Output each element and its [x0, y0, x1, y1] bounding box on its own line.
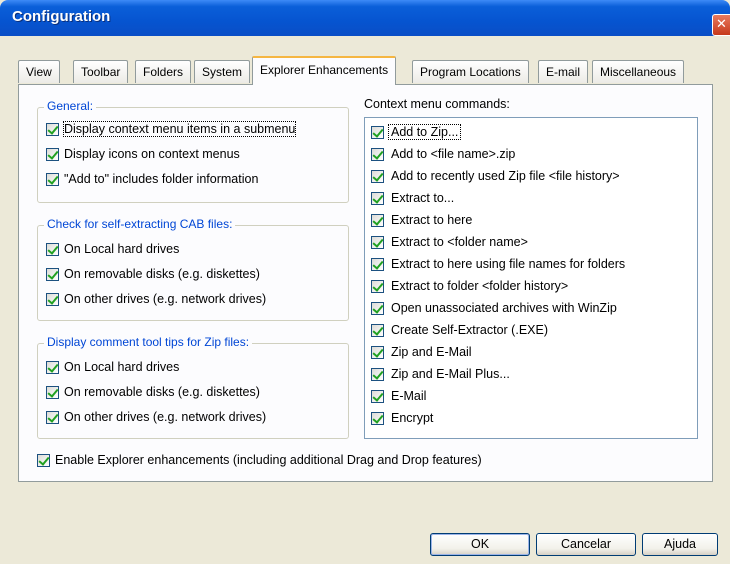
list-item[interactable]: Extract to folder <folder history> — [371, 276, 570, 296]
close-button[interactable]: ✕ — [712, 14, 730, 36]
cab-group-title: Check for self-extracting CAB files: — [44, 217, 236, 231]
tooltips-removable-checkbox-label: On removable disks (e.g. diskettes) — [64, 385, 260, 399]
list-item[interactable]: Create Self-Extractor (.EXE) — [371, 320, 550, 340]
list-item[interactable]: Extract to here — [371, 210, 474, 230]
list-item-checkbox[interactable] — [371, 301, 384, 315]
title-bar[interactable]: Configuration ✕ — [0, 0, 730, 36]
context-menu-label: Context menu commands: — [364, 97, 510, 111]
general-group-title: General: — [44, 99, 97, 113]
tooltips-other-checkbox[interactable] — [46, 410, 59, 424]
configuration-dialog: Configuration ✕ View Toolbar Folders Sys… — [0, 0, 730, 564]
list-item-label: E-Mail — [391, 389, 427, 403]
cab-other-checkbox[interactable] — [46, 292, 59, 306]
list-item-checkbox[interactable] — [371, 147, 384, 161]
list-item-label: Add to recently used Zip file <file hist… — [391, 169, 620, 183]
tooltips-other-checkbox-label: On other drives (e.g. network drives) — [64, 410, 267, 424]
cab-removable-checkbox[interactable] — [46, 267, 59, 281]
tab-view[interactable]: View — [18, 60, 60, 83]
list-item-checkbox[interactable] — [371, 367, 384, 381]
list-item-checkbox[interactable] — [371, 389, 384, 403]
list-item-label: Extract to here using file names for fol… — [391, 257, 626, 271]
enable-enhancements-checkbox[interactable] — [37, 453, 50, 467]
tab-folders[interactable]: Folders — [135, 60, 192, 83]
cab-removable-checkbox-row[interactable]: On removable disks (e.g. diskettes) — [46, 267, 260, 281]
cab-local-checkbox[interactable] — [46, 242, 59, 256]
list-item-label: Create Self-Extractor (.EXE) — [391, 323, 548, 337]
context-menu-listbox[interactable]: Add to Zip... Add to <file name>.zip Add… — [364, 117, 698, 439]
submenu-checkbox-row[interactable]: Display context menu items in a submenu — [46, 121, 297, 137]
list-item[interactable]: Extract to here using file names for fol… — [371, 254, 627, 274]
submenu-checkbox[interactable] — [46, 122, 59, 136]
list-item[interactable]: Zip and E-Mail Plus... — [371, 364, 512, 384]
folder-info-checkbox[interactable] — [46, 172, 59, 186]
tab-program-locations[interactable]: Program Locations — [412, 60, 529, 83]
cancel-button[interactable]: Cancelar — [536, 533, 636, 556]
folder-info-checkbox-row[interactable]: "Add to" includes folder information — [46, 172, 258, 186]
list-item[interactable]: Encrypt — [371, 408, 435, 428]
general-group: General: Display context menu items in a… — [37, 99, 349, 203]
tab-explorer-enhancements[interactable]: Explorer Enhancements — [252, 56, 397, 85]
help-button[interactable]: Ajuda — [642, 533, 718, 556]
list-item-checkbox[interactable] — [371, 345, 384, 359]
close-icon: ✕ — [716, 16, 727, 31]
ok-button[interactable]: OK — [430, 533, 530, 556]
tooltips-group-title: Display comment tool tips for Zip files: — [44, 335, 253, 349]
list-item-checkbox[interactable] — [371, 235, 384, 249]
tooltips-group: Display comment tool tips for Zip files:… — [37, 335, 349, 439]
tab-toolbar[interactable]: Toolbar — [73, 60, 129, 83]
list-item-label: Add to <file name>.zip — [391, 147, 516, 161]
tab-panel-explorer-enhancements: General: Display context menu items in a… — [18, 84, 713, 482]
tooltips-local-checkbox-row[interactable]: On Local hard drives — [46, 360, 179, 374]
list-item-label: Zip and E-Mail Plus... — [391, 367, 510, 381]
list-item-checkbox[interactable] — [371, 191, 384, 205]
cab-group: Check for self-extracting CAB files: On … — [37, 217, 349, 321]
list-item[interactable]: E-Mail — [371, 386, 428, 406]
tooltips-removable-checkbox-row[interactable]: On removable disks (e.g. diskettes) — [46, 385, 260, 399]
icons-checkbox-row[interactable]: Display icons on context menus — [46, 147, 240, 161]
tab-miscellaneous[interactable]: Miscellaneous — [592, 60, 685, 83]
tooltips-other-checkbox-row[interactable]: On other drives (e.g. network drives) — [46, 410, 266, 424]
list-item[interactable]: Extract to... — [371, 188, 456, 208]
list-item-label: Extract to... — [391, 191, 455, 205]
tooltips-local-checkbox-label: On Local hard drives — [64, 360, 180, 374]
cab-local-checkbox-label: On Local hard drives — [64, 242, 180, 256]
list-item[interactable]: Open unassociated archives with WinZip — [371, 298, 619, 318]
cab-other-checkbox-row[interactable]: On other drives (e.g. network drives) — [46, 292, 266, 306]
window-title: Configuration — [12, 8, 111, 25]
list-item-checkbox[interactable] — [371, 279, 384, 293]
submenu-checkbox-label: Display context menu items in a submenu — [62, 121, 297, 137]
list-item-label: Extract to here — [391, 213, 473, 227]
list-item[interactable]: Extract to <folder name> — [371, 232, 530, 252]
list-item-checkbox[interactable] — [371, 213, 384, 227]
cab-other-checkbox-label: On other drives (e.g. network drives) — [64, 292, 267, 306]
list-item-label: Extract to folder <folder history> — [391, 279, 569, 293]
list-item-label: Add to Zip... — [387, 124, 462, 140]
list-item-checkbox[interactable] — [371, 411, 384, 425]
list-item-label: Zip and E-Mail — [391, 345, 472, 359]
folder-info-checkbox-label: "Add to" includes folder information — [64, 172, 259, 186]
list-item-label: Open unassociated archives with WinZip — [391, 301, 617, 315]
list-item[interactable]: Zip and E-Mail — [371, 342, 474, 362]
list-item-label: Extract to <folder name> — [391, 235, 528, 249]
list-item[interactable]: Add to recently used Zip file <file hist… — [371, 166, 622, 186]
tooltips-removable-checkbox[interactable] — [46, 385, 59, 399]
tab-system[interactable]: System — [194, 60, 251, 83]
list-item-checkbox[interactable] — [371, 125, 384, 139]
cab-removable-checkbox-label: On removable disks (e.g. diskettes) — [64, 267, 260, 281]
enable-enhancements-label: Enable Explorer enhancements (including … — [55, 453, 482, 467]
list-item-checkbox[interactable] — [371, 169, 384, 183]
tab-email[interactable]: E-mail — [538, 60, 589, 83]
list-item-checkbox[interactable] — [371, 257, 384, 271]
cab-local-checkbox-row[interactable]: On Local hard drives — [46, 242, 179, 256]
list-item-label: Encrypt — [391, 411, 434, 425]
icons-checkbox-label: Display icons on context menus — [64, 147, 240, 161]
icons-checkbox[interactable] — [46, 147, 59, 161]
list-item-checkbox[interactable] — [371, 323, 384, 337]
list-item[interactable]: Add to Zip... — [371, 122, 462, 142]
tooltips-local-checkbox[interactable] — [46, 360, 59, 374]
enable-enhancements-checkbox-row[interactable]: Enable Explorer enhancements (including … — [37, 453, 482, 467]
list-item[interactable]: Add to <file name>.zip — [371, 144, 517, 164]
